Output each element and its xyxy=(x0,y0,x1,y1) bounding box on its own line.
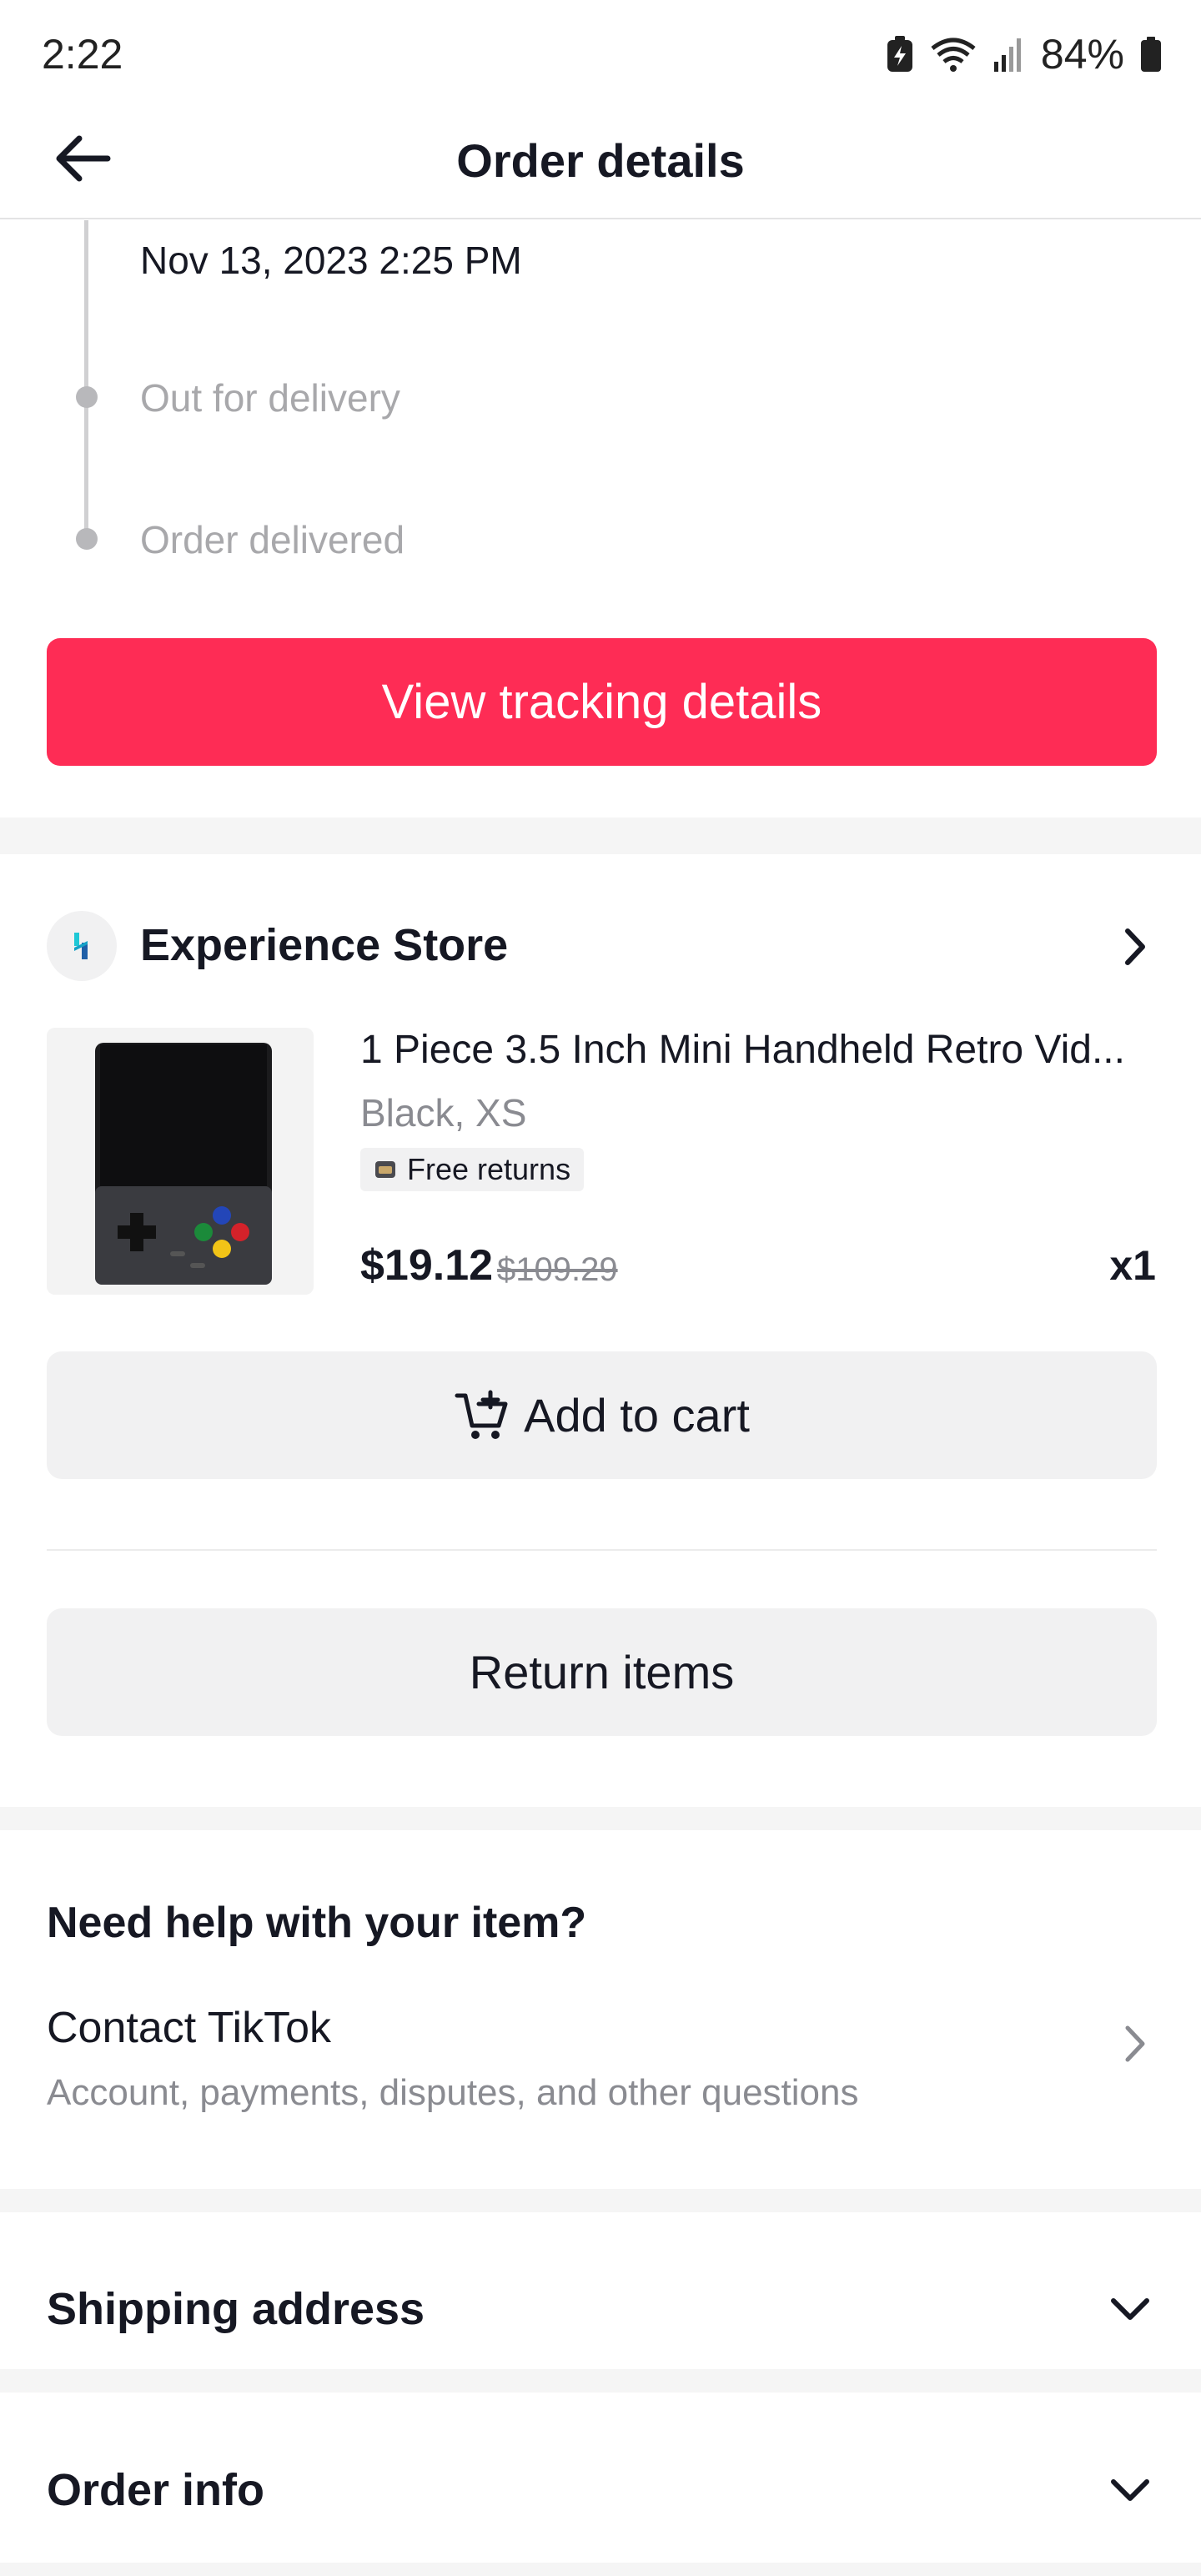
chevron-right-icon xyxy=(1125,2025,1145,2062)
shipping-address-title: Shipping address xyxy=(47,2283,425,2334)
timeline-line xyxy=(84,220,88,542)
add-to-cart-button[interactable]: Add to cart xyxy=(47,1351,1157,1479)
timeline-dot xyxy=(76,386,98,408)
shipping-expand-button[interactable] xyxy=(1097,2276,1163,2342)
product-quantity: x1 xyxy=(1109,1242,1156,1289)
return-badge-icon xyxy=(375,1161,395,1178)
order-info-title: Order info xyxy=(47,2464,265,2515)
store-chevron-button[interactable] xyxy=(1101,913,1168,980)
contact-chevron xyxy=(1101,2010,1168,2077)
section-separator xyxy=(0,1807,1201,1830)
product-variant: Black, XS xyxy=(360,1091,527,1135)
view-tracking-details-button[interactable]: View tracking details xyxy=(47,638,1157,766)
chevron-right-icon xyxy=(1125,928,1145,965)
timeline-step-order-delivered: Order delivered xyxy=(140,518,405,561)
top-app-bar: Order details xyxy=(0,98,1201,219)
chevron-down-icon xyxy=(1111,2297,1149,2320)
help-section-title: Need help with your item? xyxy=(47,1899,587,1947)
store-logo-icon xyxy=(74,933,88,959)
order-info-row[interactable]: Order info xyxy=(0,2417,1201,2563)
free-returns-label: Free returns xyxy=(407,1152,571,1186)
contact-tiktok-subtitle: Account, payments, disputes, and other q… xyxy=(47,2072,859,2113)
section-separator xyxy=(0,2369,1201,2392)
store-logo[interactable] xyxy=(47,911,117,981)
chevron-down-icon xyxy=(1111,2478,1149,2501)
page-title: Order details xyxy=(456,134,745,187)
store-name[interactable]: Experience Store xyxy=(140,918,508,973)
free-returns-badge: Free returns xyxy=(360,1148,585,1191)
cart-add-icon xyxy=(455,1390,508,1439)
product-title[interactable]: 1 Piece 3.5 Inch Mini Handheld Retro Vid… xyxy=(360,1024,1161,1076)
section-separator xyxy=(0,2563,1201,2576)
contact-tiktok-row[interactable]: Contact TikTok Account, payments, disput… xyxy=(0,1985,1201,2144)
product-original-price: $109.29 xyxy=(497,1251,618,1288)
battery-icon xyxy=(1141,37,1161,72)
handheld-console-image xyxy=(47,1028,314,1295)
wifi-icon xyxy=(931,38,976,72)
timeline-dot xyxy=(76,528,98,550)
return-items-button[interactable]: Return items xyxy=(47,1608,1157,1736)
battery-saver-icon xyxy=(887,36,912,72)
status-time: 2:22 xyxy=(42,31,123,78)
divider xyxy=(47,1549,1157,1551)
battery-percent: 84% xyxy=(1040,31,1124,78)
timeline-date: Nov 13, 2023 2:25 PM xyxy=(140,239,522,282)
order-info-expand-button[interactable] xyxy=(1097,2457,1163,2523)
product-price: $19.12 xyxy=(360,1241,494,1290)
section-separator xyxy=(0,818,1201,854)
shipping-address-row[interactable]: Shipping address xyxy=(0,2236,1201,2382)
status-icons: 84% xyxy=(886,30,1163,78)
section-separator xyxy=(0,2189,1201,2212)
contact-tiktok-label: Contact TikTok xyxy=(47,2004,332,2052)
timeline-step-out-for-delivery: Out for delivery xyxy=(140,376,400,420)
signal-icon xyxy=(993,38,1021,72)
product-image[interactable] xyxy=(47,1028,314,1295)
add-to-cart-label: Add to cart xyxy=(524,1389,750,1441)
